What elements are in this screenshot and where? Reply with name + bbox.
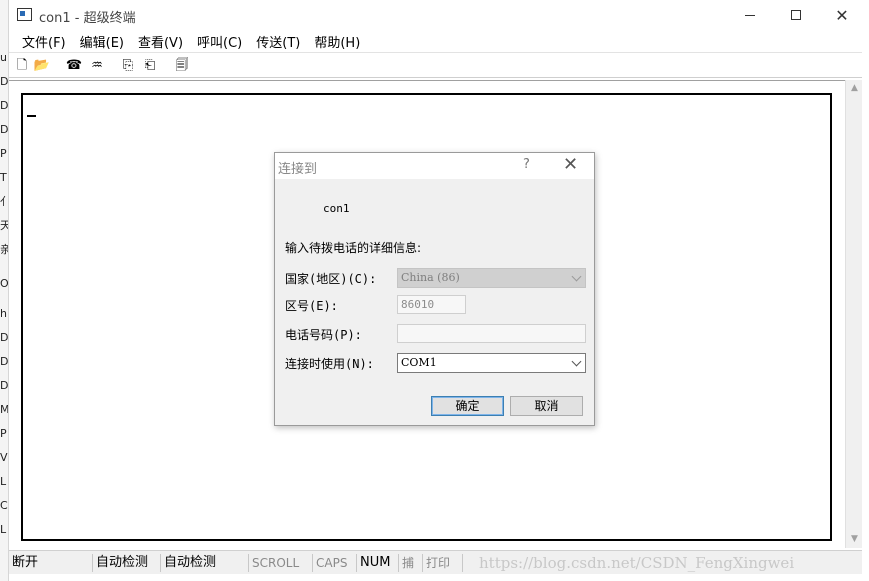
disconnect-icon[interactable]: ♒ — [88, 57, 106, 75]
watermark: https://blog.csdn.net/CSDN_FengXingwei — [479, 554, 795, 572]
status-print: 打印 — [423, 554, 463, 572]
text-cursor — [27, 115, 36, 117]
cancel-button[interactable]: 取消 — [510, 396, 583, 416]
maximize-icon — [791, 10, 801, 20]
status-capture: 捕 — [399, 554, 423, 572]
dialog-title: 连接到 — [278, 162, 318, 177]
close-button[interactable]: ✕ — [819, 0, 865, 30]
status-detect-1: 自动检测 — [93, 554, 161, 572]
bg-letter: P — [0, 147, 7, 160]
status-caps: CAPS — [313, 554, 357, 572]
bg-letter: P — [0, 427, 7, 440]
menu-bar: 文件(F) 编辑(E) 查看(V) 呼叫(C) 传送(T) 帮助(H) — [9, 30, 862, 51]
bg-letter: M — [0, 403, 8, 416]
bg-letter: 亲 — [0, 243, 8, 256]
bg-letter: h — [0, 307, 7, 320]
bg-letter: D — [0, 331, 8, 344]
bg-letter: O — [0, 277, 8, 290]
bg-letter: T — [0, 171, 7, 184]
toolbar: 🗋 📂 ☎ ♒ ⎘ ⎗ 🗐 — [9, 52, 862, 78]
minimize-icon — [745, 14, 755, 16]
bg-letter: V — [0, 451, 8, 464]
phone-number-field — [397, 324, 586, 343]
dial-icon[interactable]: ☎ — [65, 57, 83, 75]
country-label: 国家(地区)(C): — [285, 272, 377, 286]
bg-letter: D — [0, 99, 8, 112]
status-num: NUM — [357, 554, 399, 572]
dialog-close-button[interactable]: ✕ — [563, 154, 578, 175]
bg-letter: C — [0, 499, 8, 512]
send-file-icon[interactable]: ⎘ — [119, 57, 137, 75]
chevron-down-icon — [571, 271, 582, 282]
country-value: China (86) — [401, 271, 460, 284]
connect-using-select[interactable]: COM1 — [397, 353, 586, 373]
minimize-button[interactable] — [727, 0, 773, 30]
menu-transfer[interactable]: 传送(T) — [249, 30, 307, 51]
bg-letter: L — [0, 475, 7, 488]
menu-call[interactable]: 呼叫(C) — [190, 30, 249, 51]
maximize-button[interactable] — [773, 0, 819, 30]
bg-letter: 亻 — [0, 195, 8, 208]
new-file-icon[interactable]: 🗋 — [13, 57, 31, 75]
bg-letter: L — [0, 523, 7, 536]
phone-number-label: 电话号码(P): — [285, 328, 362, 342]
bg-letter: u — [0, 51, 7, 64]
country-select: China (86) — [397, 268, 586, 288]
bg-letter: D — [0, 123, 8, 136]
instruction-text: 输入待拨电话的详细信息: — [285, 241, 422, 255]
status-connection: 断开 — [9, 554, 93, 572]
status-detect-2: 自动检测 — [161, 554, 249, 572]
help-button[interactable]: ? — [523, 157, 530, 172]
chevron-down-icon — [571, 356, 582, 367]
connect-to-dialog: 连接到 ? ✕ con1 输入待拨电话的详细信息: 国家(地区)(C): Chi… — [274, 152, 595, 426]
title-bar[interactable]: con1 - 超级终端 ✕ — [9, 0, 862, 30]
connect-using-value: COM1 — [401, 356, 437, 369]
bg-letter: 天 — [0, 219, 8, 232]
window-title: con1 - 超级终端 — [39, 11, 136, 26]
menu-help[interactable]: 帮助(H) — [307, 30, 367, 51]
open-folder-icon[interactable]: 📂 — [33, 57, 51, 75]
bg-letter: D — [0, 379, 8, 392]
properties-icon[interactable]: 🗐 — [173, 57, 191, 75]
menu-view[interactable]: 查看(V) — [131, 30, 190, 51]
connect-using-label: 连接时使用(N): — [285, 357, 374, 371]
close-icon: ✕ — [835, 5, 849, 25]
status-scroll: SCROLL — [249, 554, 313, 572]
menu-edit[interactable]: 编辑(E) — [73, 30, 131, 51]
area-code-field: 86010 — [397, 295, 466, 314]
receive-file-icon[interactable]: ⎗ — [141, 57, 159, 75]
dialog-title-bar[interactable]: 连接到 ? ✕ — [275, 153, 594, 179]
area-code-label: 区号(E): — [285, 299, 338, 313]
background-window-strip: u D D D P T 亻 天 亲 O h D D D M P V L C L — [0, 0, 8, 581]
scroll-down-icon[interactable]: ▼ — [846, 531, 863, 548]
scroll-up-icon[interactable]: ▲ — [846, 80, 863, 97]
bg-letter: D — [0, 355, 8, 368]
ok-button[interactable]: 确定 — [431, 396, 504, 416]
menu-file[interactable]: 文件(F) — [15, 30, 73, 51]
bg-letter: D — [0, 75, 8, 88]
vertical-scrollbar[interactable]: ▲ ▼ — [845, 80, 862, 548]
app-icon[interactable] — [17, 8, 32, 21]
connection-name: con1 — [323, 202, 350, 215]
status-bar: 断开 自动检测 自动检测 SCROLL CAPS NUM 捕 打印 https:… — [9, 550, 862, 574]
